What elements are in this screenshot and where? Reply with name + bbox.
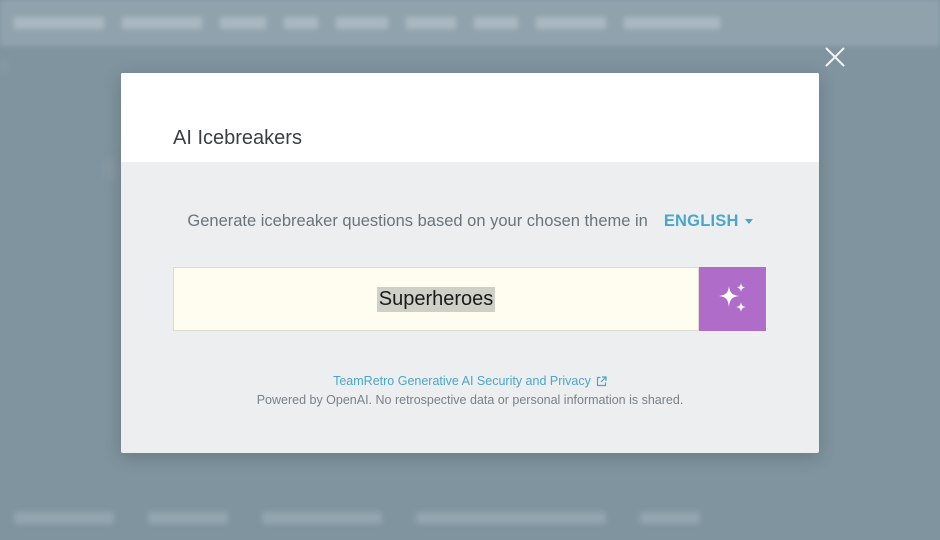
theme-input-value: Superheroes [376, 286, 496, 312]
language-dropdown[interactable]: ENGLISH [664, 212, 753, 231]
sparkles-icon [718, 283, 746, 312]
modal-title: AI Icebreakers [173, 127, 302, 149]
powered-by-text: Powered by OpenAI. No retrospective data… [256, 393, 684, 407]
close-icon[interactable] [822, 44, 848, 70]
generate-button[interactable] [699, 267, 766, 331]
chevron-down-icon [744, 219, 753, 224]
language-label: ENGLISH [663, 212, 739, 230]
privacy-link[interactable]: TeamRetro Generative AI Security and Pri… [333, 374, 607, 388]
external-link-icon [596, 375, 607, 386]
theme-input[interactable]: Superheroes [173, 267, 699, 331]
modal-footer: TeamRetro Generative AI Security and Pri… [121, 372, 819, 407]
background-app-block [104, 158, 116, 180]
background-app-bottombar [0, 496, 940, 540]
intro-row: Generate icebreaker questions based on y… [121, 212, 819, 231]
ai-icebreakers-modal: AI Icebreakers Generate icebreaker quest… [121, 73, 819, 453]
privacy-link-label: TeamRetro Generative AI Security and Pri… [333, 374, 591, 388]
intro-text: Generate icebreaker questions based on y… [187, 212, 648, 230]
background-app-block [0, 60, 8, 74]
background-app-topbar [0, 0, 940, 46]
modal-header: AI Icebreakers [121, 73, 819, 162]
